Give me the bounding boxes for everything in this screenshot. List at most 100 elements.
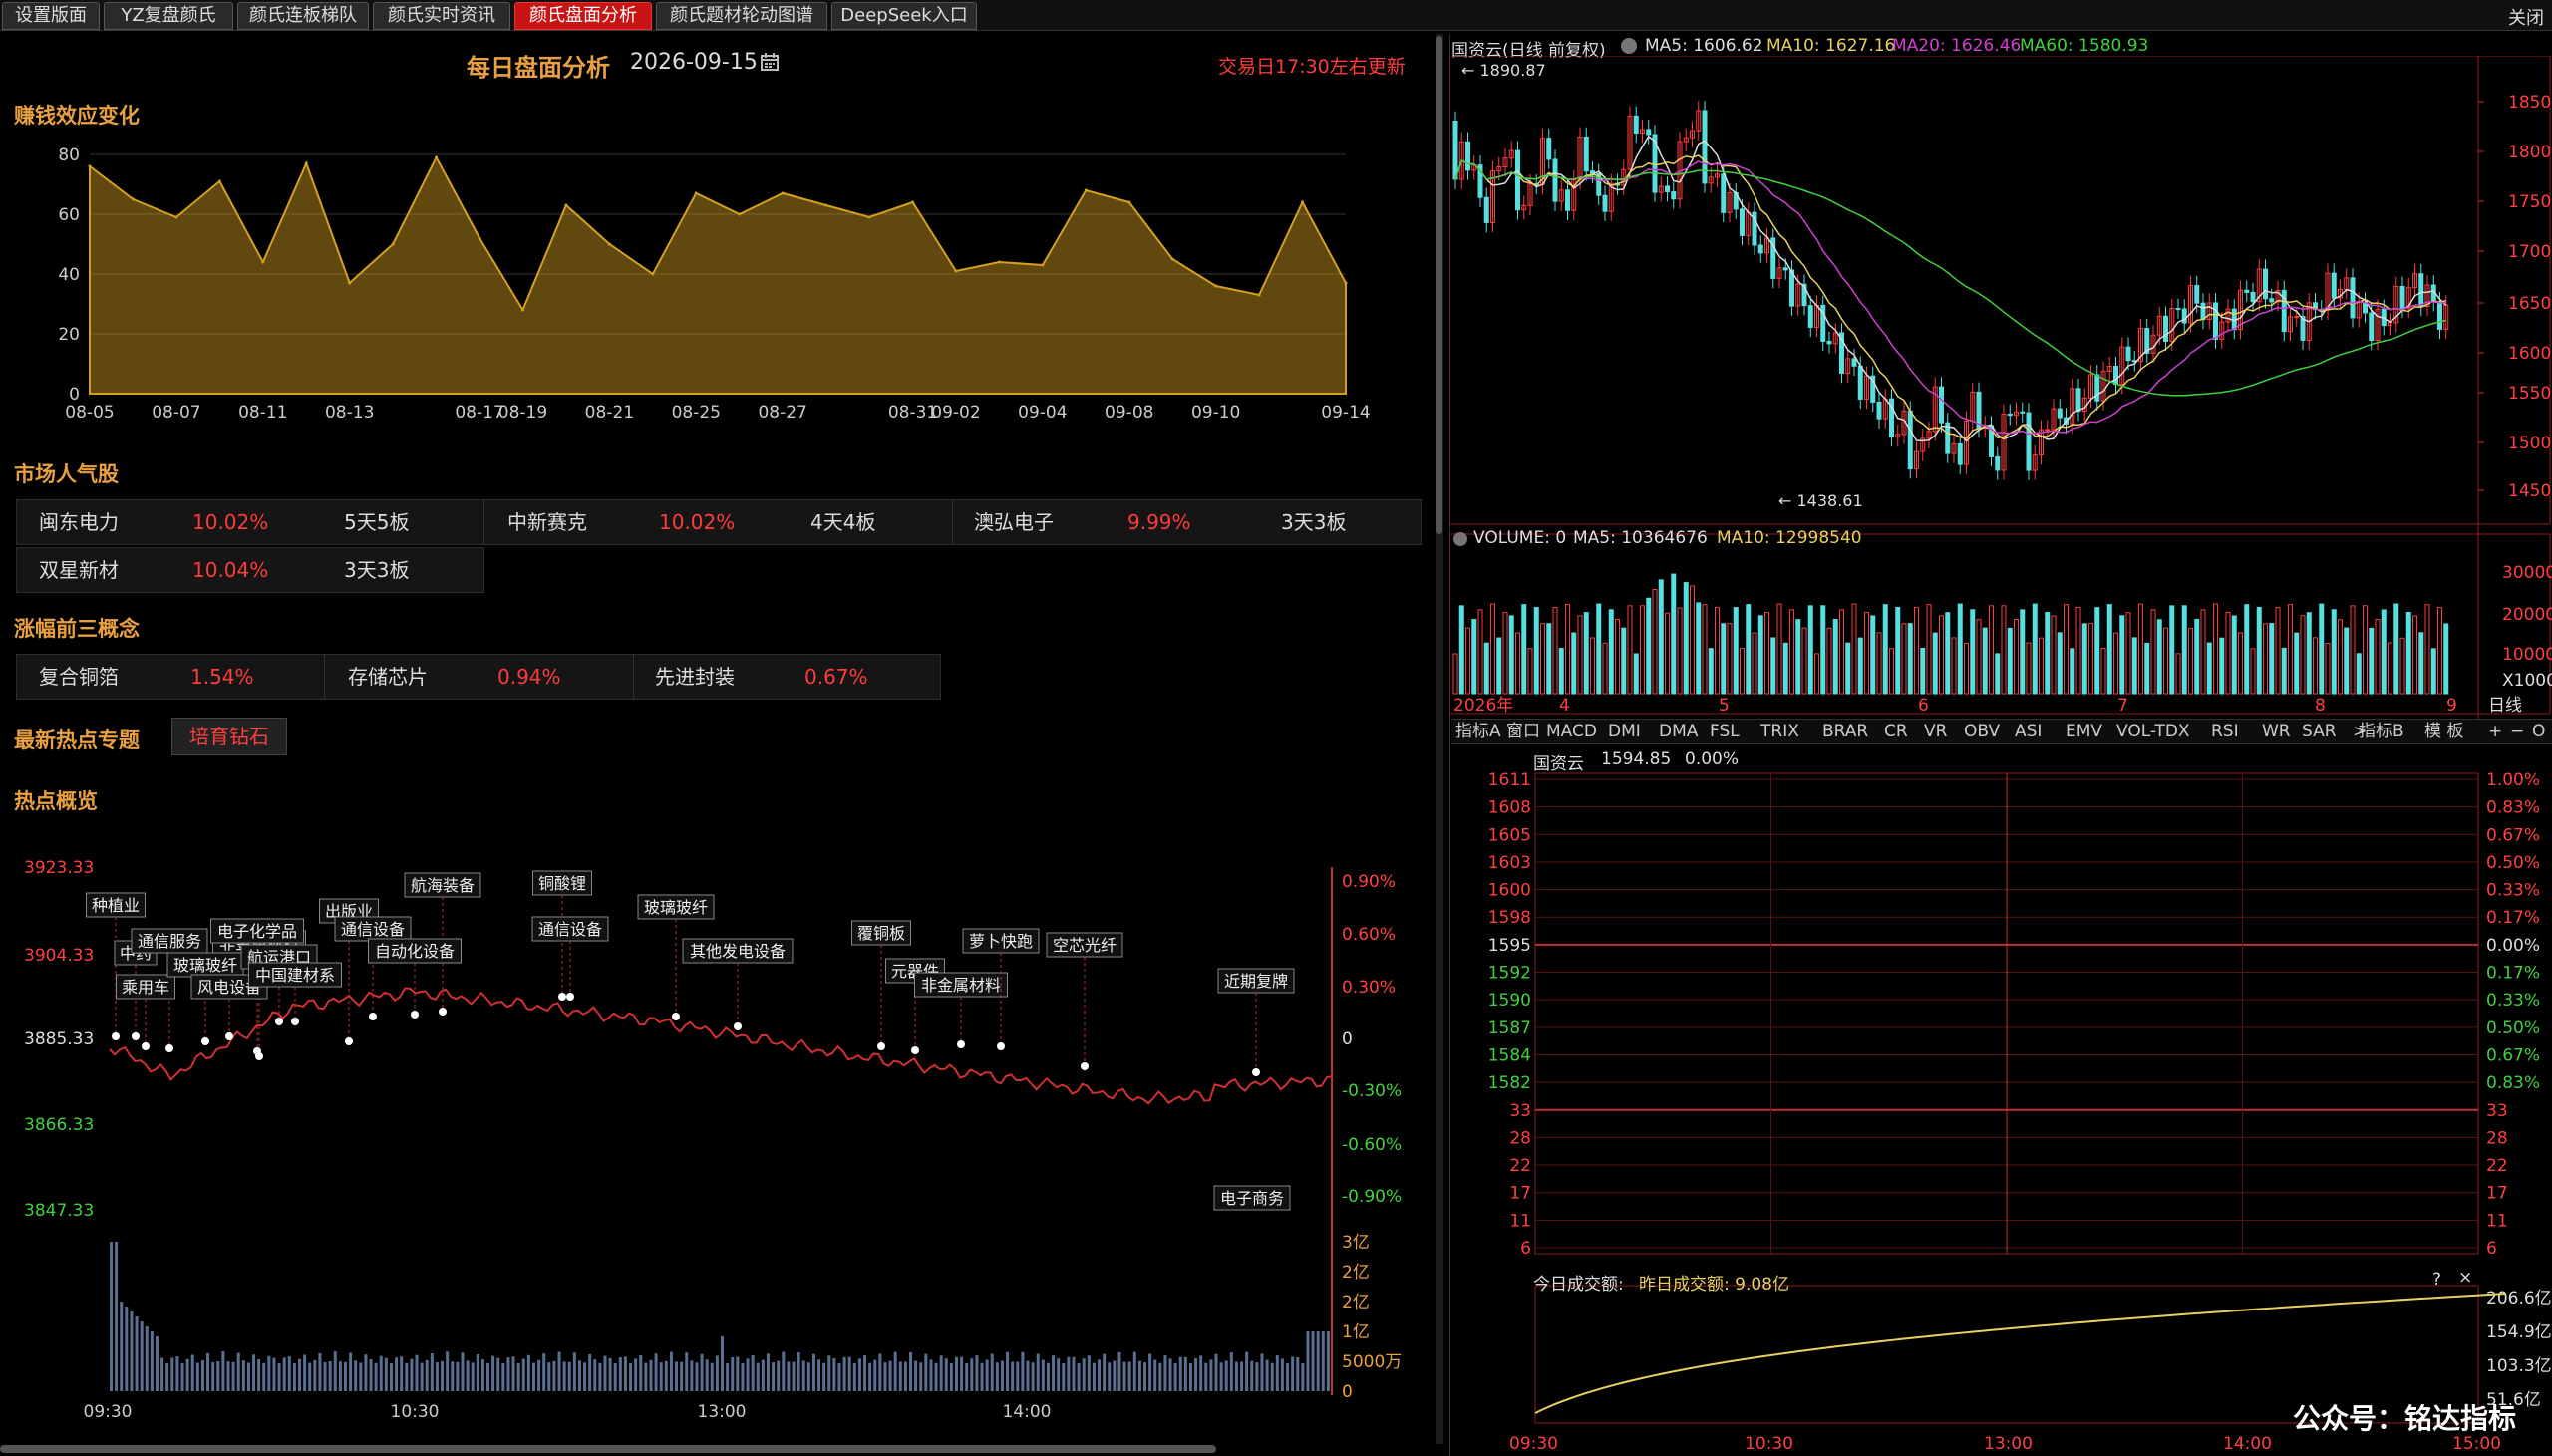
indicator-tab[interactable]: SAR [2302,720,2337,743]
help-icon[interactable]: ? [2432,1270,2441,1290]
volume-bar [1163,1355,1167,1391]
close-button[interactable]: 关闭 [2508,4,2544,30]
indicator-tab[interactable]: ASI [2015,720,2042,743]
stock-name[interactable]: 闽东电力 [39,500,119,544]
template-button[interactable]: 模 板 [2424,720,2463,743]
hot-label[interactable]: 乘用车 [116,974,175,1000]
zoom-tool-button[interactable]: + [2488,720,2502,743]
vertical-scrollbar[interactable] [1436,36,1442,534]
hot-label[interactable]: 中国建材系 [248,962,342,988]
hot-label[interactable]: 其他发电设备 [682,938,794,964]
volume-bar [1683,582,1689,695]
month-label: 5 [1719,696,1730,716]
indicator-tab[interactable]: BRAR [1822,720,1868,743]
volume-bar [115,1242,119,1391]
divider [324,655,325,699]
hot-label[interactable]: 自动化设备 [368,938,462,964]
hot-label[interactable]: 近期复牌 [1217,968,1295,994]
hot-label[interactable]: 电子化学品 [210,918,304,944]
volume-bar [1168,1358,1172,1391]
stock-name[interactable]: 双星新材 [39,548,119,592]
stock-name[interactable]: 澳弘电子 [974,500,1054,544]
zoom-tool-button[interactable]: O [2532,720,2545,743]
hot-label[interactable]: 航海装备 [404,872,481,898]
indicator-tab[interactable]: 窗口 [1506,720,1540,743]
indicator-tab[interactable]: 指标A [1455,720,1501,743]
x-tick-label: 08-19 [498,403,547,423]
hot-label[interactable]: 通信服务 [131,928,208,954]
hot-label[interactable]: 铜酸锂 [532,870,592,896]
tab-market-analysis[interactable]: 颜氏盘面分析 [514,2,652,30]
hot-label-text: 玻璃玻纤 [644,898,708,917]
hot-label[interactable]: 通信设备 [531,916,609,942]
x-tick-label: 09-10 [1191,403,1240,423]
indicator-tab[interactable]: MACD [1546,720,1597,743]
stock-board: 3天3板 [344,558,410,582]
volume-bar [2088,623,2093,695]
indicator-tab[interactable]: DMI [1608,720,1641,743]
volume-bar [1577,615,1583,695]
concept-name[interactable]: 复合铜箔 [39,655,119,699]
stock-name[interactable]: 中新赛克 [507,500,587,544]
volume-bar [410,1358,414,1391]
volume-bar [506,1357,510,1391]
volume-bar [2350,605,2356,695]
indicator-tab[interactable]: VR [1924,720,1947,743]
indicator-b-tab[interactable]: 指标B [2359,720,2404,743]
indicator-tab[interactable]: RSI [2211,720,2239,743]
tab-deepseek-entry[interactable]: DeepSeek入口 [831,2,977,30]
indicator-tab[interactable]: EMV [2066,720,2102,743]
concept-name[interactable]: 存储芯片 [348,655,428,699]
data-point [348,281,352,285]
price-axis-label: 1550 [2508,384,2551,404]
tab-yz-review[interactable]: YZ复盘颜氏 [104,2,233,30]
time-axis-label: 10:30 [1745,1434,1793,1454]
hot-label[interactable]: 通信设备 [334,916,412,942]
volume-axis-label: 3亿 [1342,1233,1370,1253]
hot-label[interactable]: 种植业 [86,892,146,918]
indicator-tab[interactable]: FSL [1710,720,1740,743]
hot-label[interactable]: 玻璃玻纤 [637,894,715,920]
intraday-chart[interactable]: 1611 1.00% 1608 0.83% 1605 0.67% 1603 0.50% 1600… [1449,757,2552,1455]
indicator-tab[interactable]: VOL-TDX [2116,720,2190,743]
volume-bar [1757,615,1763,695]
volume-bar [995,1362,999,1391]
indicator-tab[interactable]: TRIX [1760,720,1799,743]
candle-body [1565,189,1570,211]
volume-bar [2319,603,2325,695]
data-point [478,236,481,240]
indicator-tab[interactable]: OBV [1964,720,2000,743]
tab-theme-rotation[interactable]: 颜氏题材轮动图谱 [656,2,827,30]
section-overview: 热点概览 [14,789,98,813]
volume-bar [1826,627,1832,695]
hot-label[interactable]: 覆铜板 [851,920,911,946]
volume-bar [1127,1361,1131,1391]
hot-label[interactable]: 空芯光纤 [1046,932,1123,958]
x-tick-label: 08-13 [325,403,374,423]
hot-label-text: 电子商务 [1220,1189,1284,1208]
hot-label[interactable]: 电子商务 [1213,1185,1291,1211]
indicator-tab[interactable]: WR [2262,720,2291,743]
hot-label[interactable]: 非金属材料 [914,972,1008,998]
indicator-tab[interactable]: DMA [1659,720,1698,743]
zoom-tool-button[interactable]: − [2510,720,2524,743]
tab-realtime-news[interactable]: 颜氏实时资讯 [373,2,510,30]
chevron-down-icon[interactable] [1453,532,1467,546]
kline-chart[interactable]: 1850 1800 1750 1700 1650 1600 1550 1500 1450 ← 18… [1449,56,2552,724]
volume-bar [2194,618,2200,695]
volume-bar [405,1362,409,1391]
hot-label[interactable]: 玻璃玻纤 [166,952,244,978]
indicator-tab[interactable]: CR [1884,720,1908,743]
close-icon[interactable]: × [2458,1268,2472,1288]
tab-limit-up-ladder[interactable]: 颜氏连板梯队 [237,2,369,30]
volume-bar [1000,1360,1004,1391]
tab-layout-settings[interactable]: 设置版面 [2,2,100,30]
hot-topic-button[interactable]: 培育钻石 [171,718,287,755]
calendar-icon[interactable] [760,52,780,71]
chevron-down-icon[interactable] [1621,38,1637,54]
horizontal-scrollbar[interactable] [0,1445,1216,1453]
concept-name[interactable]: 先进封装 [655,655,735,699]
volume-bar [1546,623,1552,695]
volume-bar [2081,623,2087,695]
hot-label[interactable]: 萝卜快跑 [962,928,1040,954]
